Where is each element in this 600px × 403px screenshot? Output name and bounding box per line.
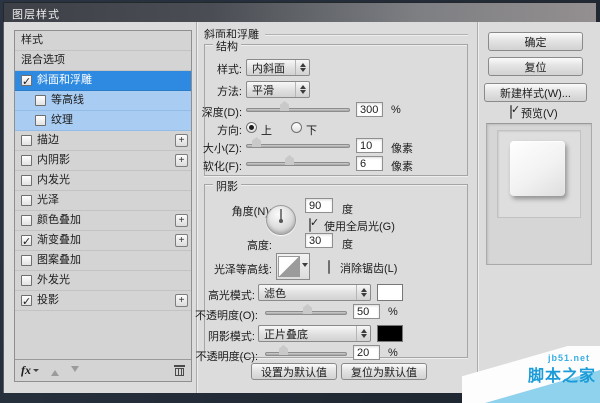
dropdown-arrows-icon (356, 326, 370, 341)
highlight-opacity-unit: % (388, 306, 398, 318)
technique-label: 方法: (216, 86, 242, 98)
gloss-contour-picker[interactable] (276, 253, 310, 280)
header-rule (265, 33, 468, 35)
altitude-unit: 度 (342, 239, 353, 251)
dropdown-arrows-icon (356, 285, 370, 300)
global-light-label: 使用全局光(G) (324, 221, 395, 233)
preview-checkbox[interactable] (510, 105, 512, 119)
styles-list-toolbar: fx (15, 359, 191, 381)
soften-value-field[interactable]: 6 (356, 156, 383, 171)
main-right-divider (477, 22, 478, 393)
shadow-opacity-unit: % (388, 347, 398, 359)
shading-group-label: 阴影 (213, 178, 241, 194)
stroke-checkbox[interactable] (21, 135, 32, 146)
depth-unit: % (391, 104, 401, 116)
shadow-opacity-label: 不透明度(C): (195, 351, 258, 363)
direction-up-label: 上 (261, 125, 272, 137)
highlight-mode-label: 高光模式: (207, 290, 255, 302)
gradient-overlay-checkbox[interactable] (21, 233, 32, 252)
drop-shadow-checkbox[interactable] (21, 293, 32, 312)
sidebar-item-pattern-overlay[interactable]: 图案叠加 (15, 251, 191, 271)
style-label: 样式: (216, 64, 242, 76)
direction-label: 方向: (216, 125, 242, 137)
highlight-opacity-label: 不透明度(O): (195, 310, 258, 322)
gloss-contour-label: 光泽等高线: (213, 264, 272, 276)
angle-unit: 度 (342, 204, 353, 216)
ok-button[interactable]: 确定 (488, 32, 583, 51)
highlight-color-swatch[interactable] (377, 284, 403, 301)
shadow-mode-dropdown[interactable]: 正片叠底 (258, 325, 371, 342)
move-up-icon[interactable] (51, 366, 59, 376)
outer-glow-checkbox[interactable] (21, 275, 32, 286)
satin-checkbox[interactable] (21, 195, 32, 206)
antialias-label: 消除锯齿(L) (340, 263, 398, 275)
depth-slider[interactable] (246, 101, 350, 112)
style-preview-thumbnail (510, 141, 565, 196)
inner-shadow-checkbox[interactable] (21, 155, 32, 166)
dropdown-arrows-icon (295, 60, 309, 75)
depth-label: 深度(D): (201, 107, 242, 119)
sidebar-item-inner-glow[interactable]: 内发光 (15, 171, 191, 191)
size-slider[interactable] (246, 137, 350, 148)
sidebar-item-satin[interactable]: 光泽 (15, 191, 191, 211)
preview-label: 预览(V) (521, 108, 558, 120)
angle-value-field[interactable]: 90 (305, 198, 333, 213)
soften-unit: 像素 (391, 161, 413, 173)
dialog-title: 图层样式 (12, 9, 60, 21)
technique-dropdown[interactable]: 平滑 (246, 81, 310, 98)
shadow-opacity-slider[interactable] (265, 345, 347, 356)
altitude-value-field[interactable]: 30 (305, 233, 333, 248)
angle-label: 角度(N): (231, 206, 272, 218)
size-unit: 像素 (391, 143, 413, 155)
highlight-mode-dropdown[interactable]: 滤色 (258, 284, 371, 301)
altitude-label: 高度: (246, 240, 272, 252)
direction-up-radio[interactable] (246, 122, 257, 133)
bevel-emboss-checkbox[interactable] (21, 73, 32, 92)
contour-checkbox[interactable] (35, 95, 46, 106)
fx-menu-icon[interactable]: fx (21, 363, 39, 378)
inner-glow-checkbox[interactable] (21, 175, 32, 186)
highlight-opacity-slider[interactable] (265, 304, 347, 315)
shadow-color-swatch[interactable] (377, 325, 403, 342)
soften-label: 软化(F): (202, 161, 242, 173)
move-down-icon[interactable] (71, 365, 79, 376)
layer-style-dialog: 图层样式 样式 混合选项 斜面和浮雕 等高线 纹理 描边 内阴影 (0, 0, 600, 403)
size-label: 大小(Z): (202, 143, 242, 155)
title-bar[interactable] (3, 2, 597, 22)
direction-down-radio[interactable] (291, 122, 302, 133)
pattern-overlay-checkbox[interactable] (21, 255, 32, 266)
delete-effect-icon[interactable] (174, 364, 185, 377)
depth-value-field[interactable]: 300 (356, 102, 383, 117)
reset-button[interactable]: 复位 (488, 57, 583, 76)
style-dropdown[interactable]: 内斜面 (246, 59, 310, 76)
antialias-checkbox[interactable] (328, 260, 330, 274)
sidebar-item-color-overlay[interactable]: 颜色叠加 (15, 211, 191, 231)
structure-group-label: 结构 (213, 38, 241, 54)
reset-default-button[interactable]: 复位为默认值 (341, 363, 427, 380)
shadow-mode-label: 阴影模式: (207, 331, 255, 343)
contour-dropdown-icon (300, 263, 309, 270)
make-default-button[interactable]: 设置为默认值 (251, 363, 337, 380)
texture-checkbox[interactable] (35, 115, 46, 126)
direction-down-label: 下 (306, 125, 317, 137)
gloss-contour-thumbnail (278, 256, 300, 277)
global-light-checkbox[interactable] (309, 218, 311, 232)
highlight-opacity-field[interactable]: 50 (353, 304, 380, 319)
panel-header: 斜面和浮雕 (204, 26, 468, 42)
size-value-field[interactable]: 10 (356, 138, 383, 153)
color-overlay-checkbox[interactable] (21, 215, 32, 226)
new-style-button[interactable]: 新建样式(W)... (484, 83, 587, 102)
shadow-opacity-field[interactable]: 20 (353, 345, 380, 360)
angle-dial[interactable] (266, 205, 296, 235)
sidebar-item-gradient-overlay[interactable]: 渐变叠加 (15, 231, 191, 252)
sidebar-item-styles[interactable]: 样式 (15, 31, 191, 51)
soften-slider[interactable] (246, 155, 350, 166)
dropdown-arrows-icon (295, 82, 309, 97)
